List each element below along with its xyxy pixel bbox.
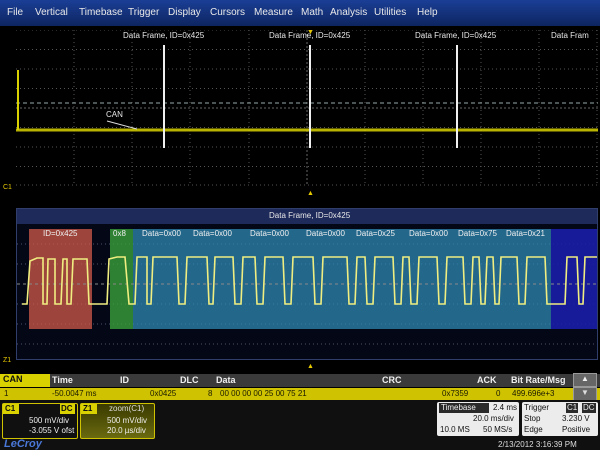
timebase-rate: 50 MS/s <box>483 425 513 434</box>
zoom-channel-marker: Z1 <box>3 357 12 364</box>
field-data-7: Data=0x75 <box>458 229 497 238</box>
menu-display[interactable]: Display <box>168 7 201 18</box>
menu-help[interactable]: Help <box>417 7 438 18</box>
field-data-6: Data=0x00 <box>409 229 448 238</box>
c1-offset: -3.055 V ofst <box>29 426 75 435</box>
datetime: 2/13/2012 3:16:39 PM <box>498 440 577 449</box>
row-id: 0x0425 <box>150 389 177 398</box>
table-scroll-down-icon[interactable]: ▼ <box>573 387 597 401</box>
menu-math[interactable]: Math <box>301 7 323 18</box>
zoom-frame-title: Data Frame, ID=0x425 <box>269 211 351 220</box>
trigger-coupling: DC <box>582 403 596 413</box>
timebase-delay: 2.4 ms <box>493 403 518 412</box>
field-data-5: Data=0x25 <box>356 229 395 238</box>
c1-vdiv: 500 mV/div <box>29 416 70 425</box>
c1-name: C1 <box>3 404 19 414</box>
field-data-3: Data=0x00 <box>250 229 289 238</box>
timebase-label: Timebase <box>439 403 489 413</box>
brand-logo: LeCroy <box>4 438 42 450</box>
main-waveform-svg <box>16 29 598 186</box>
z1-title: zoom(C1) <box>109 404 145 413</box>
menu-file[interactable]: File <box>7 7 23 18</box>
row-time: -50.0047 ms <box>52 389 97 398</box>
menu-bar: File Vertical Timebase Trigger Display C… <box>0 0 600 26</box>
trigger-label: Trigger <box>524 403 550 412</box>
timebase-tdiv: 20.0 ms/div <box>473 414 514 423</box>
col-ack[interactable]: ACK <box>477 375 497 385</box>
row-dlc: 8 <box>208 389 213 398</box>
zoom-trigger-icon: ▲ <box>307 363 314 370</box>
trigger-time-icon: ▼ <box>307 29 314 36</box>
trigger-type: Edge <box>524 425 543 434</box>
frame-label-4: Data Fram <box>551 31 589 40</box>
decode-table-header: CAN Time ID DLC Data CRC ACK Bit Rate/Ms… <box>0 373 600 387</box>
timebase-samples: 10.0 MS <box>440 425 470 434</box>
trigger-channel: C1 <box>566 403 579 413</box>
col-can[interactable]: CAN <box>0 374 50 387</box>
channel-tile-c1[interactable]: C1 DC 500 mV/div -3.055 V ofst <box>2 403 78 439</box>
status-panel: C1 DC 500 mV/div -3.055 V ofst Z1 zoom(C… <box>0 400 600 450</box>
menu-vertical[interactable]: Vertical <box>35 7 68 18</box>
main-waveform-grid[interactable]: Data Frame, ID=0x425 Data Frame, ID=0x42… <box>16 29 598 186</box>
row-data: 00 00 00 00 25 00 75 21 <box>220 389 307 398</box>
field-data-8: Data=0x21 <box>506 229 545 238</box>
col-bitrate[interactable]: Bit Rate/Msg <box>511 375 566 385</box>
menu-measure[interactable]: Measure <box>254 7 293 18</box>
col-dlc[interactable]: DLC <box>180 375 199 385</box>
trace-label: CAN <box>106 110 123 119</box>
field-data-2: Data=0x00 <box>193 229 232 238</box>
menu-cursors[interactable]: Cursors <box>210 7 245 18</box>
field-dlc: 0x8 <box>113 229 126 238</box>
frame-label-3: Data Frame, ID=0x425 <box>415 31 497 40</box>
trigger-level: 3.230 V <box>562 414 590 423</box>
col-time[interactable]: Time <box>52 375 73 385</box>
field-data-4: Data=0x00 <box>306 229 345 238</box>
frame-label-1: Data Frame, ID=0x425 <box>123 31 205 40</box>
menu-trigger[interactable]: Trigger <box>128 7 159 18</box>
col-crc[interactable]: CRC <box>382 375 402 385</box>
row-bitrate: 499.696e+3 <box>512 389 555 398</box>
channel-marker: C1 <box>3 184 12 191</box>
row-ack: 0 <box>496 389 501 398</box>
trigger-slope: Positive <box>562 425 591 434</box>
trigger-mode: Stop <box>524 414 541 423</box>
z1-vdiv: 500 mV/div <box>107 416 148 425</box>
z1-tdiv: 20.0 µs/div <box>107 426 146 435</box>
timebase-tile[interactable]: Timebase 2.4 ms 20.0 ms/div 10.0 MS 50 M… <box>437 402 519 436</box>
trigger-tile[interactable]: Trigger C1 DC Stop 3.230 V Edge Positive <box>522 402 598 436</box>
c1-coupling: DC <box>60 404 75 414</box>
field-id: ID=0x425 <box>43 229 78 238</box>
row-crc: 0x7359 <box>442 389 469 398</box>
menu-analysis[interactable]: Analysis <box>330 7 367 18</box>
col-id[interactable]: ID <box>120 375 129 385</box>
col-data[interactable]: Data <box>216 375 236 385</box>
menu-timebase[interactable]: Timebase <box>79 7 123 18</box>
menu-utilities[interactable]: Utilities <box>374 7 406 18</box>
zoom-tile-z1[interactable]: Z1 zoom(C1) 500 mV/div 20.0 µs/div <box>80 403 155 439</box>
z1-name: Z1 <box>81 404 97 414</box>
table-row[interactable]: 1 -50.0047 ms 0x0425 8 00 00 00 00 25 00… <box>0 387 600 401</box>
field-data-1: Data=0x00 <box>142 229 181 238</box>
table-scroll-up-icon[interactable]: ▲ <box>573 373 597 387</box>
row-index: 1 <box>4 389 9 398</box>
trigger-position-icon: ▲ <box>307 190 314 197</box>
